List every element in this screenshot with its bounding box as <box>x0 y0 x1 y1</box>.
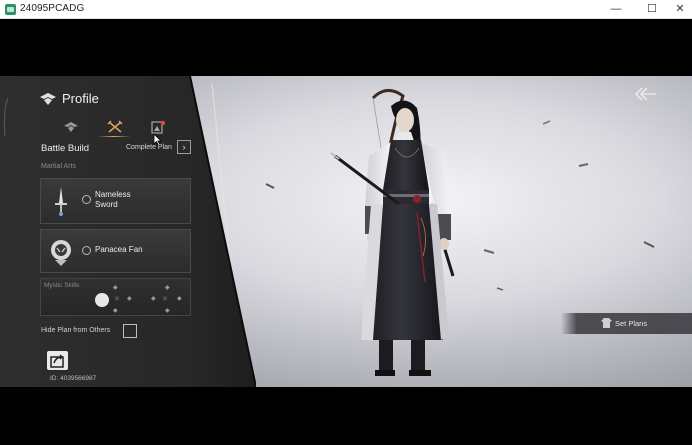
complete-plan-arrow-button[interactable]: › <box>177 140 191 154</box>
mystic-skills-box: Mystic Skills ✕ ◆ ◆ ◆ ✕ ◆ ◆ ◆ ◆ <box>40 278 191 316</box>
game-viewport: Profile Battle Build Complete Plan › Mar… <box>0 76 692 387</box>
window-title: 24095PCADG <box>20 3 85 14</box>
mystic-skill-slot-1[interactable] <box>95 293 109 307</box>
martial-arts-label: Martial Arts <box>41 163 77 170</box>
empty-slot-x-icon: ✕ <box>114 296 120 303</box>
set-plans-button[interactable]: Set Plans <box>561 313 692 334</box>
hero-character <box>330 89 455 376</box>
tab-profile-emblem-icon[interactable] <box>63 120 79 134</box>
minimize-button[interactable]: — <box>597 0 635 19</box>
sword-icon <box>55 187 67 216</box>
hide-plan-checkbox[interactable] <box>123 324 137 338</box>
game-window: 24095PCADG — ☐ ✕ Profile Battle Build Co… <box>0 0 692 445</box>
set-plans-label: Set Plans <box>615 319 648 328</box>
app-icon <box>5 4 16 15</box>
profile-panel: Profile Battle Build Complete Plan › Mar… <box>0 76 256 387</box>
martial-art-name: Panacea Fan <box>95 245 143 254</box>
close-button[interactable]: ✕ <box>661 0 692 19</box>
tab-crossed-swords-icon[interactable] <box>107 120 123 134</box>
weapon-type-mark-icon <box>82 246 91 255</box>
share-button[interactable] <box>47 351 68 370</box>
robe-icon <box>601 318 612 328</box>
share-icon <box>50 354 64 368</box>
player-id: ID: 4039566987 <box>50 375 97 382</box>
slot-ornament-icon: ◆ <box>113 285 118 291</box>
profile-icon <box>40 93 56 105</box>
slot-ornament-icon: ◆ <box>151 296 156 302</box>
complete-plan-link[interactable]: Complete Plan <box>126 144 172 151</box>
fan-icon <box>51 240 71 266</box>
title-bar: 24095PCADG — ☐ ✕ <box>0 0 692 19</box>
martial-art-card-panacea-fan[interactable]: Panacea Fan <box>40 229 191 273</box>
slot-ornament-icon: ◆ <box>177 296 182 302</box>
martial-art-card-nameless-sword[interactable]: Nameless Sword <box>40 178 191 224</box>
slot-ornament-icon: ◆ <box>165 285 170 291</box>
back-arrow-icon[interactable] <box>633 86 657 102</box>
mystic-skills-label: Mystic Skills <box>44 282 80 289</box>
tab-portrait-icon[interactable] <box>150 120 166 134</box>
slot-ornament-icon: ◆ <box>113 308 118 314</box>
weapon-type-mark-icon <box>82 195 91 204</box>
slot-ornament-icon: ◆ <box>127 296 132 302</box>
martial-art-name: Nameless Sword <box>95 190 131 209</box>
hide-plan-label: Hide Plan from Others <box>41 327 111 334</box>
empty-slot-x-icon: ✕ <box>162 296 168 303</box>
active-tab-indicator <box>97 136 131 137</box>
panel-title: Profile <box>62 91 99 106</box>
battle-build-heading: Battle Build <box>41 143 90 154</box>
slot-ornament-icon: ◆ <box>165 308 170 314</box>
